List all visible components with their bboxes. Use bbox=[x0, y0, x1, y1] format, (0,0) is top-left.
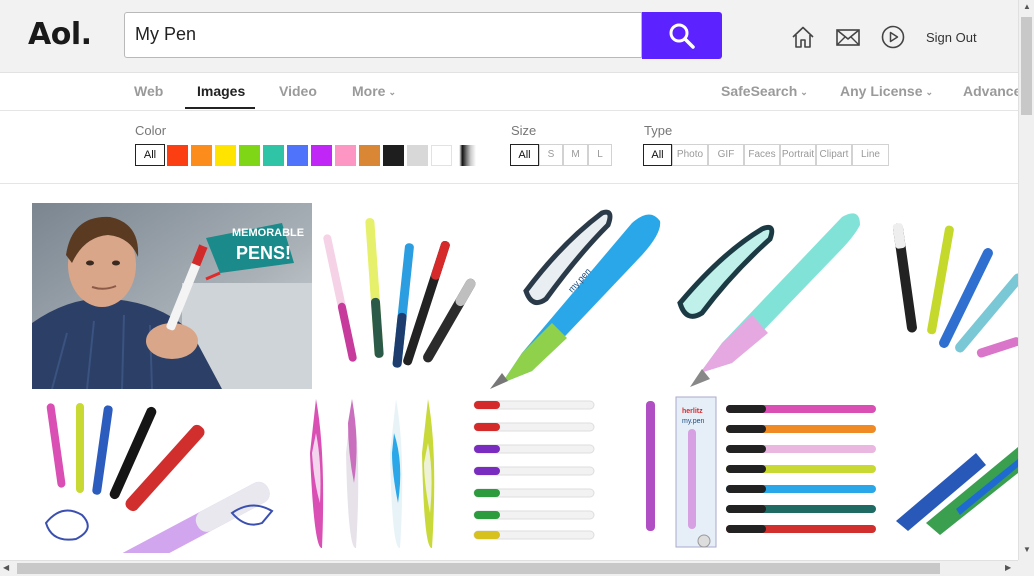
size-filter-label: Size bbox=[511, 123, 537, 138]
image-result-tile[interactable]: my.pen bbox=[482, 203, 670, 389]
scrollbar-corner bbox=[1018, 560, 1034, 576]
image-blue-fountain-pen: my.pen bbox=[490, 209, 661, 389]
active-tab-underline bbox=[185, 107, 255, 109]
image-result-tile[interactable]: herlitz my.pen bbox=[626, 393, 884, 553]
play-icon[interactable] bbox=[880, 24, 906, 50]
search-box[interactable] bbox=[124, 12, 642, 58]
scroll-right-arrow-icon[interactable]: ▶ bbox=[1005, 563, 1011, 572]
color-swatch[interactable] bbox=[191, 145, 212, 166]
ad-text-pens: PENS! bbox=[236, 243, 291, 263]
image-man-holding-pen: MEMORABLE PENS! bbox=[32, 203, 312, 389]
color-swatch[interactable] bbox=[335, 145, 356, 166]
color-swatch[interactable] bbox=[215, 145, 236, 166]
search-button[interactable] bbox=[642, 12, 722, 59]
tab-web[interactable]: Web bbox=[134, 83, 163, 99]
size-chip-small[interactable]: S bbox=[539, 144, 563, 166]
type-chip-gif[interactable]: GIF bbox=[708, 144, 744, 166]
type-chip-line[interactable]: Line bbox=[852, 144, 889, 166]
image-result-tile[interactable] bbox=[886, 393, 1018, 553]
chevron-down-icon: ⌄ bbox=[800, 87, 808, 97]
color-swatch[interactable] bbox=[311, 145, 332, 166]
image-result-tile[interactable] bbox=[866, 203, 1018, 389]
chevron-down-icon: ⌄ bbox=[388, 87, 396, 97]
chevron-down-icon: ⌄ bbox=[925, 87, 934, 97]
safesearch-label: SafeSearch bbox=[721, 83, 798, 99]
color-swatch[interactable] bbox=[359, 145, 380, 166]
type-filter-label: Type bbox=[644, 123, 673, 138]
image-result-tile[interactable] bbox=[672, 203, 864, 389]
mail-icon[interactable] bbox=[835, 24, 861, 50]
type-chip-all[interactable]: All bbox=[643, 144, 672, 166]
sign-out-link[interactable]: Sign Out bbox=[926, 30, 977, 45]
color-swatch[interactable] bbox=[263, 145, 284, 166]
scroll-up-arrow-icon[interactable]: ▲ bbox=[1023, 2, 1031, 11]
color-all-chip[interactable]: All bbox=[135, 144, 165, 166]
color-swatch-grayscale[interactable] bbox=[455, 145, 476, 166]
image-filters: Color All Size All S M L Type All Photo … bbox=[0, 111, 1018, 184]
size-chip-medium[interactable]: M bbox=[563, 144, 588, 166]
scroll-down-arrow-icon[interactable]: ▼ bbox=[1023, 545, 1031, 554]
top-header: Aol. Sign Out bbox=[0, 0, 1018, 73]
color-swatch[interactable] bbox=[407, 145, 428, 166]
image-pens-cartoon bbox=[44, 403, 274, 553]
tab-images[interactable]: Images bbox=[197, 83, 245, 99]
tab-more-label: More bbox=[352, 83, 386, 99]
card-brand-sub-text: my.pen bbox=[682, 418, 705, 425]
image-results-grid: MEMORABLE PENS! my.pen herlitz my.pen bbox=[0, 184, 1018, 560]
safesearch-dropdown[interactable]: SafeSearch ⌄ bbox=[721, 83, 808, 99]
search-input[interactable] bbox=[135, 24, 625, 45]
color-swatch[interactable] bbox=[431, 145, 452, 166]
tab-more[interactable]: More ⌄ bbox=[352, 83, 396, 99]
license-dropdown[interactable]: Any License ⌄ bbox=[840, 83, 933, 99]
image-result-tile[interactable] bbox=[314, 203, 480, 389]
horizontal-scrollbar[interactable]: ◀ ▶ bbox=[0, 560, 1018, 576]
card-brand-text: herlitz bbox=[682, 408, 703, 415]
image-four-fountain-pens bbox=[310, 399, 435, 549]
image-result-tile[interactable] bbox=[32, 393, 290, 553]
aol-logo[interactable]: Aol. bbox=[28, 17, 92, 52]
image-promotional-pens bbox=[473, 400, 595, 540]
tab-video[interactable]: Video bbox=[279, 83, 317, 99]
color-swatch[interactable] bbox=[383, 145, 404, 166]
type-chip-faces[interactable]: Faces bbox=[744, 144, 780, 166]
search-icon bbox=[669, 23, 695, 49]
image-result-tile[interactable] bbox=[292, 393, 458, 553]
vertical-scroll-thumb[interactable] bbox=[1021, 17, 1032, 115]
size-chip-all[interactable]: All bbox=[510, 144, 539, 166]
home-icon[interactable] bbox=[790, 24, 816, 50]
type-chip-photo[interactable]: Photo bbox=[672, 144, 708, 166]
scroll-left-arrow-icon[interactable]: ◀ bbox=[3, 563, 9, 572]
type-chip-clipart[interactable]: Clipart bbox=[816, 144, 852, 166]
image-turquoise-fountain-pen bbox=[677, 213, 860, 387]
vertical-scrollbar[interactable]: ▲ ▼ bbox=[1018, 0, 1034, 560]
image-result-tile[interactable]: MEMORABLE PENS! bbox=[32, 203, 312, 389]
color-swatch[interactable] bbox=[287, 145, 308, 166]
image-mechanical-pencils bbox=[892, 223, 1018, 358]
size-chip-large[interactable]: L bbox=[588, 144, 612, 166]
image-fountain-pens-fan bbox=[323, 218, 476, 368]
image-result-tile[interactable] bbox=[460, 393, 624, 553]
type-chip-portrait[interactable]: Portrait bbox=[780, 144, 816, 166]
ad-text-memorable: MEMORABLE bbox=[232, 227, 304, 239]
color-swatch[interactable] bbox=[239, 145, 260, 166]
image-blue-pen-cap bbox=[896, 447, 1018, 535]
license-label: Any License bbox=[840, 83, 923, 99]
search-tabs: Web Images Video More ⌄ SafeSearch ⌄ Any L… bbox=[0, 73, 1030, 111]
color-filter-label: Color bbox=[135, 123, 167, 138]
color-swatch[interactable] bbox=[167, 145, 188, 166]
horizontal-scroll-thumb[interactable] bbox=[17, 563, 940, 574]
image-pens-assortment: herlitz my.pen bbox=[646, 396, 876, 548]
